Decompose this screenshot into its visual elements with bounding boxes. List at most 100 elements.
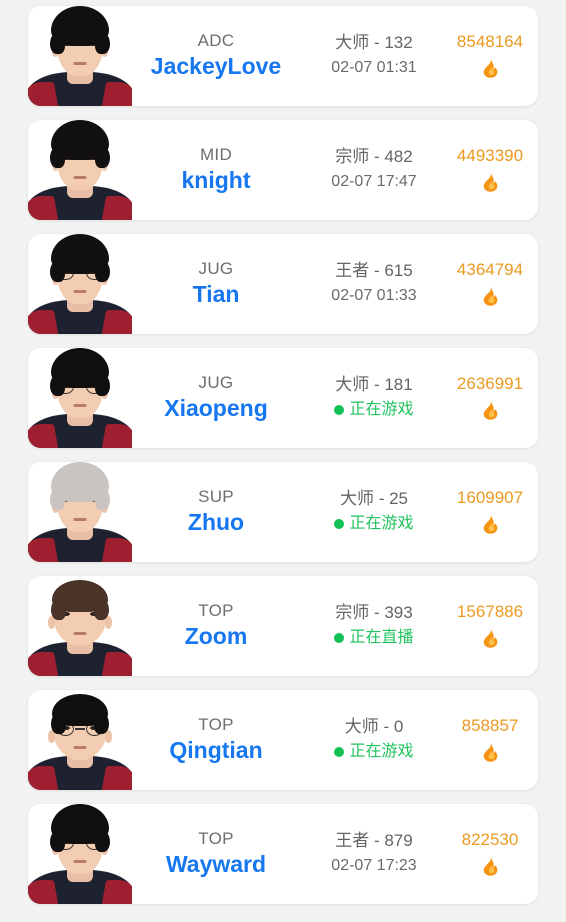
player-status: 正在游戏 bbox=[334, 401, 414, 418]
flame-icon bbox=[481, 399, 500, 420]
flame-icon bbox=[481, 285, 500, 306]
player-avatar[interactable] bbox=[28, 120, 132, 220]
player-card[interactable]: SUP Zhuo 大师 - 25 正在游戏 1609907 bbox=[28, 462, 538, 562]
avatar-hair bbox=[50, 462, 110, 510]
player-status-label: 02-07 01:33 bbox=[331, 287, 417, 304]
player-nickname[interactable]: knight bbox=[182, 169, 251, 192]
online-status-dot bbox=[334, 747, 345, 757]
player-rank-block: 大师 - 25 正在游戏 bbox=[300, 490, 448, 534]
player-rank: 宗师 - 393 bbox=[335, 603, 413, 622]
online-status-dot bbox=[334, 633, 345, 643]
player-heat-block: 1609907 bbox=[448, 489, 538, 536]
player-rank-block: 大师 - 132 02-07 01:31 bbox=[300, 34, 448, 78]
player-nickname[interactable]: Tian bbox=[193, 283, 240, 306]
avatar-mouth bbox=[73, 746, 87, 749]
player-heat-block: 8548164 bbox=[448, 33, 538, 80]
flame-icon bbox=[481, 171, 500, 192]
avatar-hair bbox=[51, 694, 109, 734]
player-status: 02-07 17:47 bbox=[331, 174, 416, 190]
player-card[interactable]: MID knight 宗师 - 482 02-07 17:47 4493390 bbox=[28, 120, 538, 220]
player-nickname[interactable]: Zhuo bbox=[188, 511, 244, 534]
player-avatar[interactable] bbox=[28, 690, 132, 790]
player-identity: ADC JackeyLove bbox=[132, 32, 300, 80]
player-card[interactable]: ADC JackeyLove 大师 - 132 02-07 01:31 8548164 bbox=[28, 6, 538, 106]
avatar-mouth bbox=[73, 860, 87, 863]
online-status-dot bbox=[334, 519, 345, 529]
player-heat-value: 4364794 bbox=[456, 259, 524, 279]
player-rank: 大师 - 25 bbox=[339, 489, 409, 508]
player-status-label: 正在直播 bbox=[349, 629, 414, 646]
player-heat-value: 2636991 bbox=[456, 373, 524, 393]
player-nickname[interactable]: Wayward bbox=[166, 853, 266, 876]
player-avatar[interactable] bbox=[28, 804, 132, 904]
player-avatar[interactable] bbox=[28, 234, 132, 334]
player-heat-block: 4493390 bbox=[448, 147, 538, 194]
player-identity: MID knight bbox=[132, 146, 300, 194]
player-nickname[interactable]: Xiaopeng bbox=[164, 397, 268, 420]
player-rank: 王者 - 879 bbox=[335, 831, 413, 850]
player-heat-block: 822530 bbox=[448, 831, 538, 878]
player-heat-value: 1567886 bbox=[456, 601, 524, 621]
player-identity: SUP Zhuo bbox=[132, 488, 300, 536]
player-status: 正在直播 bbox=[334, 629, 414, 646]
player-status: 02-07 01:31 bbox=[331, 60, 416, 76]
player-rank: 大师 - 181 bbox=[335, 375, 413, 394]
player-position: TOP bbox=[198, 601, 234, 620]
player-nickname[interactable]: Qingtian bbox=[169, 739, 262, 762]
player-nickname[interactable]: Zoom bbox=[185, 625, 248, 648]
player-rank: 大师 - 132 bbox=[335, 33, 413, 52]
player-rank: 大师 - 0 bbox=[344, 717, 404, 736]
avatar-mouth bbox=[73, 290, 87, 293]
player-position: MID bbox=[199, 145, 233, 164]
avatar-hair bbox=[50, 234, 110, 282]
avatar-hair bbox=[50, 348, 110, 396]
player-avatar[interactable] bbox=[28, 6, 132, 106]
player-rank-block: 大师 - 0 正在游戏 bbox=[300, 718, 448, 762]
player-heat-value: 8548164 bbox=[456, 31, 524, 51]
player-identity: TOP Qingtian bbox=[132, 716, 300, 764]
player-heat-value: 822530 bbox=[461, 829, 519, 849]
player-status: 02-07 17:23 bbox=[331, 858, 416, 874]
player-card[interactable]: TOP Zoom 宗师 - 393 正在直播 1567886 bbox=[28, 576, 538, 676]
player-card[interactable]: TOP Qingtian 大师 - 0 正在游戏 858857 bbox=[28, 690, 538, 790]
player-position: SUP bbox=[198, 487, 234, 506]
player-status-label: 正在游戏 bbox=[349, 515, 414, 532]
avatar-hair bbox=[50, 804, 110, 852]
player-nickname[interactable]: JackeyLove bbox=[151, 55, 281, 78]
player-rank-block: 王者 - 615 02-07 01:33 bbox=[300, 262, 448, 306]
player-heat-block: 1567886 bbox=[448, 603, 538, 650]
player-status-label: 正在游戏 bbox=[349, 743, 414, 760]
player-rank-block: 宗师 - 393 正在直播 bbox=[300, 604, 448, 648]
player-identity: TOP Wayward bbox=[132, 830, 300, 878]
player-heat-block: 858857 bbox=[448, 717, 538, 764]
player-position: ADC bbox=[197, 31, 235, 50]
player-avatar[interactable] bbox=[28, 576, 132, 676]
avatar-mouth bbox=[73, 62, 87, 65]
player-rank-block: 王者 - 879 02-07 17:23 bbox=[300, 832, 448, 876]
player-card[interactable]: TOP Wayward 王者 - 879 02-07 17:23 822530 bbox=[28, 804, 538, 904]
player-identity: JUG Xiaopeng bbox=[132, 374, 300, 422]
player-card[interactable]: JUG Tian 王者 - 615 02-07 01:33 4364794 bbox=[28, 234, 538, 334]
player-heat-value: 1609907 bbox=[456, 487, 524, 507]
player-rank-block: 宗师 - 482 02-07 17:47 bbox=[300, 148, 448, 192]
avatar-hair bbox=[51, 580, 109, 620]
avatar-mouth bbox=[73, 404, 87, 407]
avatar-mouth bbox=[73, 632, 87, 635]
player-position: JUG bbox=[198, 373, 234, 392]
flame-icon bbox=[481, 513, 500, 534]
avatar-mouth bbox=[73, 518, 87, 521]
player-card[interactable]: JUG Xiaopeng 大师 - 181 正在游戏 2636991 bbox=[28, 348, 538, 448]
player-heat-block: 4364794 bbox=[448, 261, 538, 308]
player-status-label: 正在游戏 bbox=[349, 401, 414, 418]
player-position: JUG bbox=[198, 259, 234, 278]
player-status: 02-07 01:33 bbox=[331, 288, 416, 304]
flame-icon bbox=[481, 627, 500, 648]
player-position: TOP bbox=[198, 829, 234, 848]
avatar-hair bbox=[50, 6, 110, 54]
player-status-label: 02-07 17:23 bbox=[331, 857, 417, 874]
player-avatar[interactable] bbox=[28, 348, 132, 448]
player-avatar[interactable] bbox=[28, 462, 132, 562]
player-identity: TOP Zoom bbox=[132, 602, 300, 650]
player-identity: JUG Tian bbox=[132, 260, 300, 308]
online-status-dot bbox=[334, 405, 345, 415]
